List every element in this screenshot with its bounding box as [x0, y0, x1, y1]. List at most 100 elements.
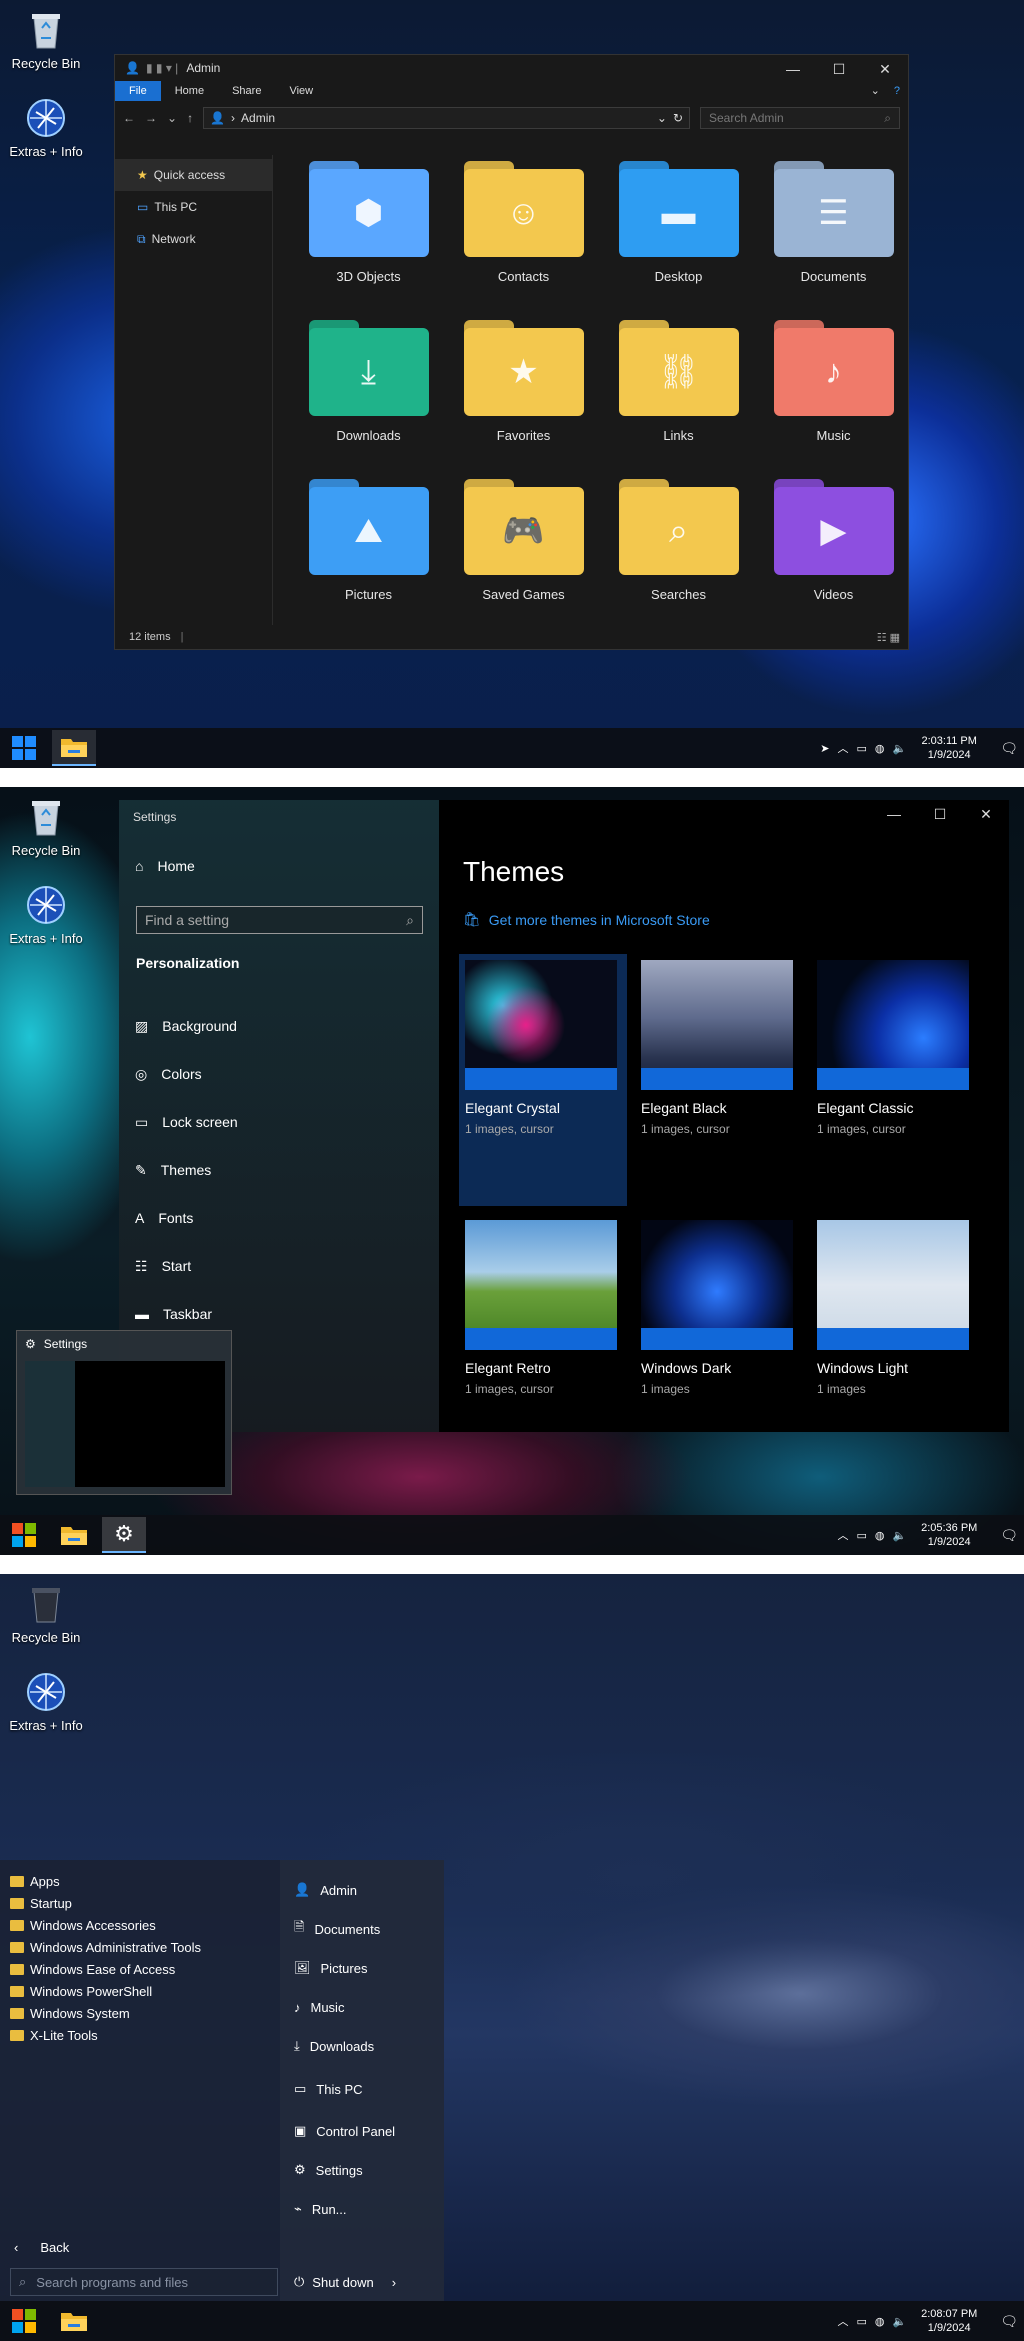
- taskbar-file-explorer[interactable]: [52, 1517, 96, 1553]
- chevron-up-icon[interactable]: ︿: [838, 1527, 849, 1543]
- tab-file[interactable]: File: [115, 81, 161, 101]
- place-item[interactable]: 🖼 Pictures: [294, 1956, 367, 1980]
- settings-nav-item[interactable]: ☷ Start: [135, 1242, 415, 1290]
- close-button[interactable]: ✕: [963, 800, 1009, 828]
- settings-nav-item[interactable]: ◎ Colors: [135, 1050, 415, 1098]
- battery-icon[interactable]: ▭: [857, 1529, 867, 1542]
- theme-card[interactable]: Elegant Classic 1 images, cursor: [811, 954, 979, 1206]
- folder-item[interactable]: ★ Favorites: [446, 320, 601, 479]
- program-folder[interactable]: Windows Ease of Access: [10, 1958, 201, 1980]
- folder-item[interactable]: ♪ Music: [756, 320, 911, 479]
- breadcrumb[interactable]: Admin: [241, 111, 275, 125]
- volume-icon[interactable]: 🔈: [893, 1529, 907, 1542]
- forward-arrow-icon[interactable]: →: [145, 111, 157, 125]
- desktop-icon-extras[interactable]: Extras + Info: [6, 96, 86, 159]
- globe-icon[interactable]: ◍: [875, 742, 885, 755]
- search-input[interactable]: Search Admin ⌕: [700, 107, 900, 129]
- taskbar-preview-popup[interactable]: ⚙ Settings: [16, 1330, 232, 1495]
- view-toggle-icons[interactable]: ☷ ▦: [877, 631, 900, 644]
- place-item[interactable]: ⤓ Downloads: [294, 2034, 374, 2058]
- globe-icon[interactable]: ◍: [875, 2315, 885, 2328]
- taskbar-file-explorer[interactable]: [52, 2303, 96, 2339]
- clock[interactable]: 2:08:07 PM 1/9/2024: [914, 2307, 984, 2335]
- taskbar-file-explorer[interactable]: [52, 730, 96, 766]
- folder-item[interactable]: ⤓ Downloads: [291, 320, 446, 479]
- settings-nav-item[interactable]: ▨ Background: [135, 1002, 415, 1050]
- address-bar[interactable]: 👤 › Admin ⌄ ↻: [203, 107, 690, 129]
- recent-dropdown-icon[interactable]: ⌄: [167, 111, 177, 125]
- minimize-button[interactable]: —: [770, 55, 816, 83]
- nav-item-network[interactable]: ⧉ Network: [115, 223, 272, 255]
- place-item[interactable]: ▣ Control Panel: [294, 2119, 395, 2143]
- chevron-up-icon[interactable]: ︿: [838, 2313, 849, 2329]
- start-button[interactable]: [2, 2303, 46, 2339]
- start-button[interactable]: [2, 730, 46, 766]
- nav-item-quick-access[interactable]: ★ Quick access: [115, 159, 272, 191]
- chevron-right-icon[interactable]: ›: [392, 2275, 396, 2290]
- tab-share[interactable]: Share: [218, 81, 275, 101]
- clock[interactable]: 2:03:11 PM 1/9/2024: [914, 734, 984, 762]
- place-item[interactable]: ▭ This PC: [294, 2077, 363, 2101]
- refresh-icon[interactable]: ↻: [673, 111, 683, 125]
- place-item[interactable]: 🗎 Documents: [294, 1917, 380, 1941]
- program-folder[interactable]: Windows PowerShell: [10, 1980, 201, 2002]
- shutdown-button[interactable]: ⏻ Shut down ›: [294, 2268, 396, 2296]
- notification-icon[interactable]: 🗨: [1000, 740, 1018, 757]
- desktop-icon-recycle-bin[interactable]: Recycle Bin: [6, 8, 86, 71]
- folder-item[interactable]: ⛰ Pictures: [291, 479, 446, 638]
- folder-item[interactable]: ⬢ 3D Objects: [291, 161, 446, 320]
- battery-icon[interactable]: ▭: [857, 742, 867, 755]
- quick-access-toolbar[interactable]: ▮ ▮ ▾ |: [146, 61, 178, 75]
- close-button[interactable]: ✕: [862, 55, 908, 83]
- tab-view[interactable]: View: [275, 81, 327, 101]
- folder-item[interactable]: ▶ Videos: [756, 479, 911, 638]
- desktop-icon-recycle-bin[interactable]: Recycle Bin: [6, 795, 86, 858]
- start-button[interactable]: [2, 1517, 46, 1553]
- program-folder[interactable]: Apps: [10, 1870, 201, 1892]
- settings-search-input[interactable]: Find a setting ⌕: [136, 906, 423, 934]
- place-item[interactable]: ⌁ Run...: [294, 2197, 347, 2221]
- ribbon-expand-icon[interactable]: ⌄: [865, 81, 886, 101]
- notification-icon[interactable]: 🗨: [1000, 1527, 1018, 1544]
- desktop-icon-recycle-bin[interactable]: Recycle Bin: [6, 1582, 86, 1645]
- volume-icon[interactable]: 🔈: [893, 742, 907, 755]
- clock[interactable]: 2:05:36 PM 1/9/2024: [914, 1521, 984, 1549]
- maximize-button[interactable]: ☐: [816, 55, 862, 83]
- theme-card[interactable]: Windows Light 1 images: [811, 1214, 979, 1466]
- theme-card[interactable]: Elegant Retro 1 images, cursor: [459, 1214, 627, 1466]
- back-arrow-icon[interactable]: ←: [123, 111, 135, 125]
- volume-icon[interactable]: 🔈: [893, 2315, 907, 2328]
- back-button[interactable]: ‹ Back: [14, 2240, 69, 2255]
- settings-nav-item[interactable]: ▭ Lock screen: [135, 1098, 415, 1146]
- help-icon[interactable]: ?: [886, 81, 908, 101]
- folder-item[interactable]: ⛓ Links: [601, 320, 756, 479]
- taskbar-settings[interactable]: ⚙: [102, 1517, 146, 1553]
- place-item[interactable]: ⚙ Settings: [294, 2158, 363, 2182]
- settings-nav-item[interactable]: A Fonts: [135, 1194, 415, 1242]
- minimize-button[interactable]: —: [871, 800, 917, 828]
- up-arrow-icon[interactable]: ↑: [187, 111, 193, 125]
- start-search-input[interactable]: ⌕ Search programs and files: [10, 2268, 278, 2296]
- notification-icon[interactable]: 🗨: [1000, 2313, 1018, 2330]
- program-folder[interactable]: Windows Administrative Tools: [10, 1936, 201, 1958]
- tab-home[interactable]: Home: [161, 81, 218, 101]
- theme-card[interactable]: Windows Dark 1 images: [635, 1214, 803, 1466]
- desktop-icon-extras[interactable]: Extras + Info: [6, 883, 86, 946]
- chevron-up-icon[interactable]: ︿: [838, 740, 849, 756]
- folder-item[interactable]: ☰ Documents: [756, 161, 911, 320]
- folder-item[interactable]: 🎮 Saved Games: [446, 479, 601, 638]
- program-folder[interactable]: X-Lite Tools: [10, 2024, 201, 2046]
- globe-icon[interactable]: ◍: [875, 1529, 885, 1542]
- nav-home[interactable]: ⌂ Home: [135, 858, 195, 874]
- settings-nav-item[interactable]: ✎ Themes: [135, 1146, 415, 1194]
- program-folder[interactable]: Startup: [10, 1892, 201, 1914]
- address-dropdown-icon[interactable]: ⌄: [657, 111, 667, 125]
- folder-item[interactable]: ☺ Contacts: [446, 161, 601, 320]
- program-folder[interactable]: Windows Accessories: [10, 1914, 201, 1936]
- maximize-button[interactable]: ☐: [917, 800, 963, 828]
- desktop-icon-extras[interactable]: Extras + Info: [6, 1670, 86, 1733]
- place-item[interactable]: 👤 Admin: [294, 1878, 357, 1902]
- program-folder[interactable]: Windows System: [10, 2002, 201, 2024]
- theme-card[interactable]: Elegant Crystal 1 images, cursor: [459, 954, 627, 1206]
- place-item[interactable]: ♪ Music: [294, 1995, 344, 2019]
